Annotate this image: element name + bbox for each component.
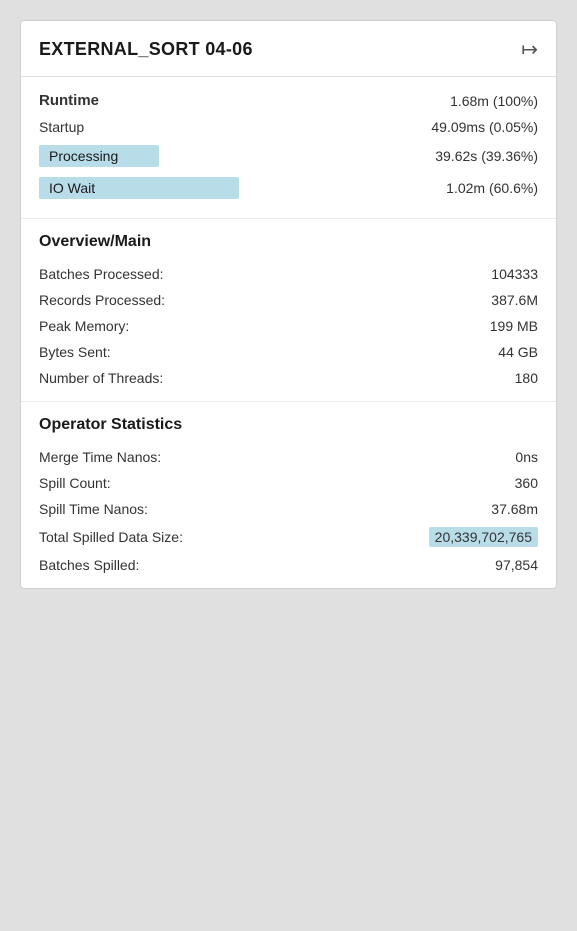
spill-count-label: Spill Count: bbox=[39, 475, 111, 491]
export-icon[interactable]: ↦ bbox=[521, 37, 538, 62]
runtime-label: Runtime bbox=[39, 92, 99, 109]
batches-processed-value: 104333 bbox=[491, 266, 538, 282]
overview-row-3: Bytes Sent: 44 GB bbox=[39, 339, 538, 365]
processing-value: 39.62s (39.36%) bbox=[435, 148, 538, 164]
runtime-row-1: Startup 49.09ms (0.05%) bbox=[39, 114, 538, 140]
spill-time-label: Spill Time Nanos: bbox=[39, 501, 148, 517]
merge-time-value: 0ns bbox=[515, 449, 538, 465]
op-row-2: Spill Time Nanos: 37.68m bbox=[39, 496, 538, 522]
batches-spilled-value: 97,854 bbox=[495, 557, 538, 573]
batches-processed-label: Batches Processed: bbox=[39, 266, 164, 282]
overview-row-2: Peak Memory: 199 MB bbox=[39, 313, 538, 339]
main-card: EXTERNAL_SORT 04-06 ↦ Runtime 1.68m (100… bbox=[20, 20, 557, 589]
total-spilled-value: 20,339,702,765 bbox=[429, 527, 538, 547]
processing-label: Processing bbox=[39, 145, 159, 167]
card-title: EXTERNAL_SORT 04-06 bbox=[39, 39, 253, 60]
op-row-4: Batches Spilled: 97,854 bbox=[39, 552, 538, 578]
operator-stats-section: Operator Statistics Merge Time Nanos: 0n… bbox=[21, 402, 556, 588]
operator-stats-title: Operator Statistics bbox=[39, 416, 538, 434]
num-threads-label: Number of Threads: bbox=[39, 370, 163, 386]
op-row-3: Total Spilled Data Size: 20,339,702,765 bbox=[39, 522, 538, 552]
total-spilled-label: Total Spilled Data Size: bbox=[39, 529, 183, 545]
merge-time-label: Merge Time Nanos: bbox=[39, 449, 161, 465]
iowait-value: 1.02m (60.6%) bbox=[446, 180, 538, 196]
op-row-1: Spill Count: 360 bbox=[39, 470, 538, 496]
peak-memory-label: Peak Memory: bbox=[39, 318, 129, 334]
overview-row-4: Number of Threads: 180 bbox=[39, 365, 538, 391]
spill-count-value: 360 bbox=[515, 475, 538, 491]
runtime-section: Runtime 1.68m (100%) Startup 49.09ms (0.… bbox=[21, 77, 556, 219]
spill-time-value: 37.68m bbox=[491, 501, 538, 517]
num-threads-value: 180 bbox=[515, 370, 538, 386]
op-row-0: Merge Time Nanos: 0ns bbox=[39, 444, 538, 470]
peak-memory-value: 199 MB bbox=[490, 318, 538, 334]
runtime-row-2: Processing 39.62s (39.36%) bbox=[39, 140, 538, 172]
bytes-sent-label: Bytes Sent: bbox=[39, 344, 111, 360]
runtime-value: 1.68m (100%) bbox=[450, 93, 538, 109]
card-header: EXTERNAL_SORT 04-06 ↦ bbox=[21, 21, 556, 77]
overview-row-0: Batches Processed: 104333 bbox=[39, 261, 538, 287]
overview-section: Overview/Main Batches Processed: 104333 … bbox=[21, 219, 556, 402]
startup-value: 49.09ms (0.05%) bbox=[431, 119, 538, 135]
records-processed-value: 387.6M bbox=[491, 292, 538, 308]
iowait-label: IO Wait bbox=[39, 177, 239, 199]
records-processed-label: Records Processed: bbox=[39, 292, 165, 308]
batches-spilled-label: Batches Spilled: bbox=[39, 557, 139, 573]
runtime-row-3: IO Wait 1.02m (60.6%) bbox=[39, 172, 538, 204]
startup-label: Startup bbox=[39, 119, 84, 135]
overview-title: Overview/Main bbox=[39, 233, 538, 251]
bytes-sent-value: 44 GB bbox=[498, 344, 538, 360]
runtime-row-0: Runtime 1.68m (100%) bbox=[39, 87, 538, 114]
overview-row-1: Records Processed: 387.6M bbox=[39, 287, 538, 313]
